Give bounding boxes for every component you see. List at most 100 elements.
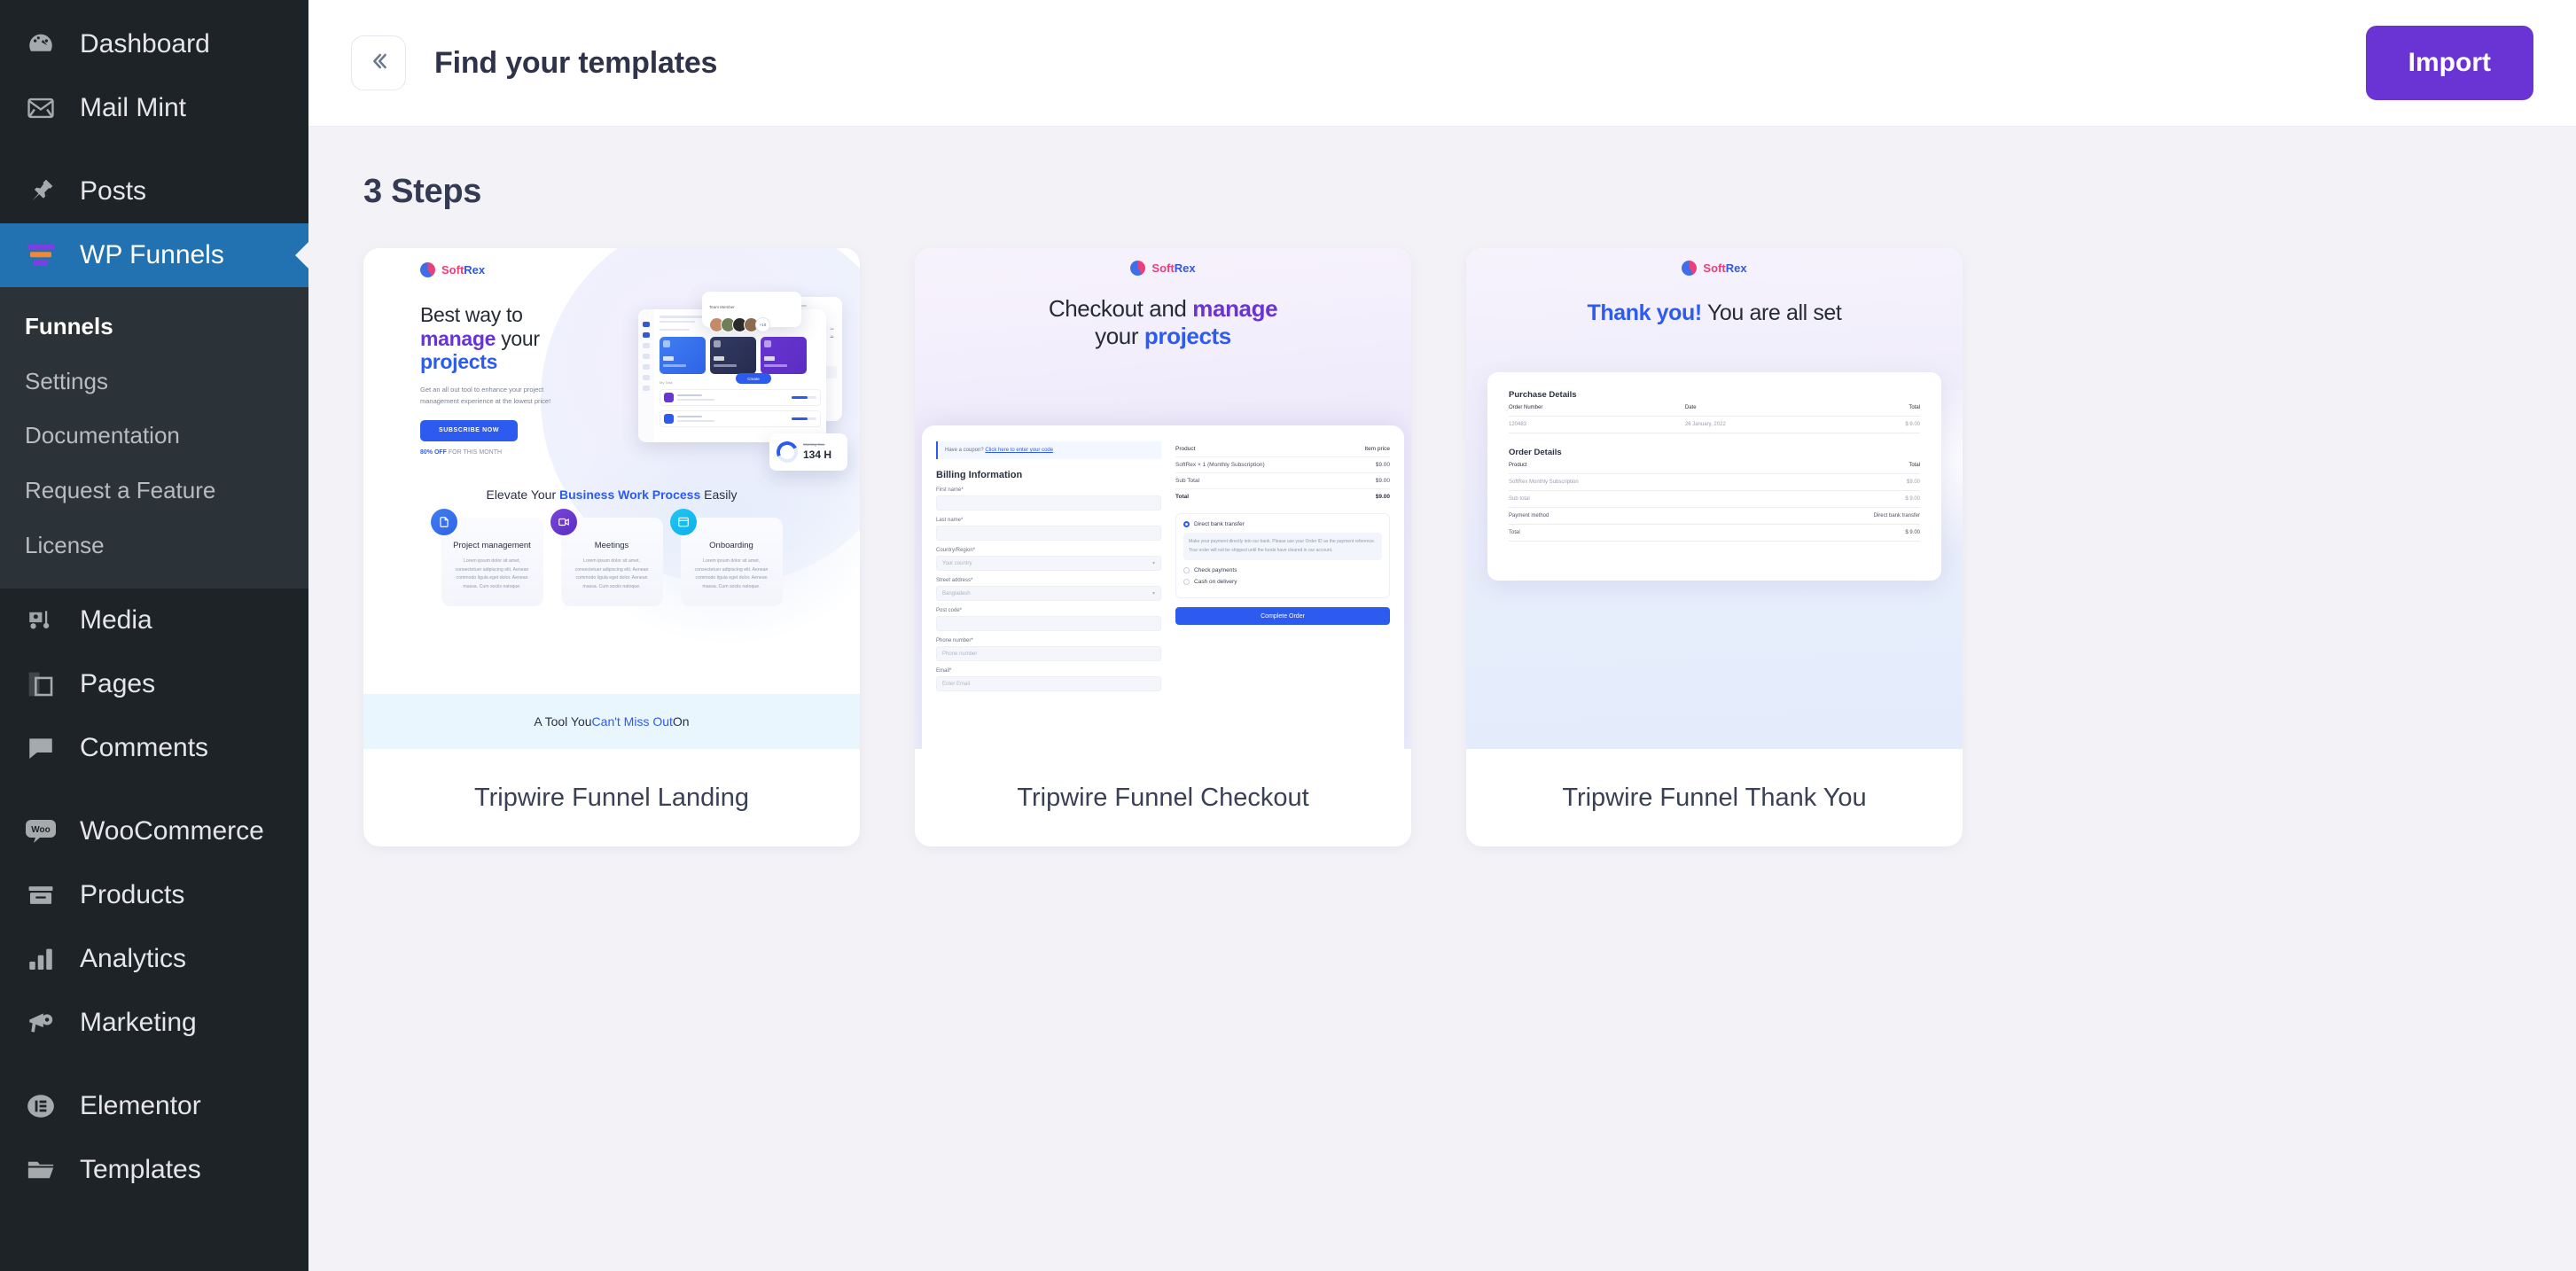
- brand-part2: Rex: [464, 263, 486, 277]
- template-card-label: Tripwire Funnel Checkout: [1017, 783, 1309, 812]
- mock-working-value: 134 H: [803, 448, 832, 461]
- dashboard-mockup: January 2024 SuMoTuWeThFrSa 242526272829…: [638, 292, 847, 471]
- back-button[interactable]: [351, 35, 406, 90]
- feature-box: Meetings Lorem ipsum dolor sit amet, con…: [550, 509, 663, 606]
- submenu-item-request-a-feature[interactable]: Request a Feature: [0, 464, 308, 519]
- mock-team-title: Team Member: [709, 305, 735, 309]
- sidebar-item-media[interactable]: Media: [0, 589, 308, 652]
- sidebar-item-wp-funnels[interactable]: WP Funnels: [0, 223, 308, 287]
- sidebar-item-label: WooCommerce: [80, 816, 264, 846]
- billing-column: Have a coupon? Click here to enter your …: [936, 441, 1162, 749]
- feature-desc: Lorem ipsum dolor sit amet, consectetuer…: [574, 558, 649, 589]
- document-icon: [430, 509, 457, 535]
- submenu-item-license[interactable]: License: [0, 519, 308, 573]
- field-last-name: Last name*: [936, 518, 1162, 541]
- import-button[interactable]: Import: [2365, 26, 2533, 100]
- feature-desc: Lorem ipsum dolor sit amet, consectetuer…: [455, 558, 529, 589]
- sidebar-item-posts[interactable]: Posts: [0, 160, 308, 223]
- hero-offer-bold: 80% OFF: [420, 448, 447, 456]
- order-table-row: SoftRex Monthly Subscription $9.00: [1509, 474, 1920, 491]
- feature-box: Onboarding Lorem ipsum dolor sit amet, c…: [669, 509, 783, 606]
- summary-row: Sub Total $9.00: [1175, 473, 1390, 489]
- template-card-label: Tripwire Funnel Landing: [473, 783, 750, 812]
- billing-title: Billing Information: [936, 470, 1023, 480]
- sidebar-item-label: Pages: [80, 669, 156, 699]
- sidebar-item-elementor[interactable]: Elementor: [0, 1074, 308, 1138]
- hero-line-2-accent: manage: [420, 326, 496, 350]
- order-table-row: Total $ 9.00: [1509, 525, 1920, 542]
- feature-title: Project management: [453, 541, 531, 550]
- country-select: Your country ▾: [936, 556, 1162, 571]
- summary-row: SoftRex × 1 (Monthly Subscription) $9.00: [1175, 457, 1390, 473]
- sidebar-item-dashboard[interactable]: Dashboard: [0, 12, 308, 76]
- landing-footer-banner: A Tool You Can't Miss Out On: [363, 694, 860, 749]
- radio-icon: [1183, 521, 1190, 527]
- sidebar-item-mail-mint[interactable]: Mail Mint: [0, 76, 308, 140]
- templates-content: 3 Steps SoftRex Best way to manage your …: [308, 127, 2576, 1271]
- feature-title: Onboarding: [709, 541, 753, 550]
- sidebar-item-products[interactable]: Products: [0, 863, 308, 927]
- products-icon: [21, 876, 60, 915]
- submenu-item-funnels[interactable]: Funnels: [0, 300, 308, 355]
- order-table-header: Product Total: [1509, 457, 1920, 474]
- order-details-title: Order Details: [1509, 448, 1562, 457]
- template-card-list: SoftRex Best way to manage your projects…: [363, 248, 2521, 846]
- payment-option-check: Check payments: [1183, 567, 1382, 573]
- payment-methods: Direct bank transfer Make your payment d…: [1175, 513, 1390, 598]
- phone-input: Phone number: [936, 646, 1162, 661]
- mock-sidebar-rail: [638, 309, 654, 442]
- feature-title: Meetings: [594, 541, 629, 550]
- template-preview-landing: SoftRex Best way to manage your projects…: [363, 248, 860, 749]
- main-area: Find your templates Import 3 Steps SoftR…: [308, 0, 2576, 1271]
- payment-option-bank: Direct bank transfer: [1183, 521, 1382, 527]
- hero-line-2-rest: your: [496, 326, 540, 350]
- sidebar-item-analytics[interactable]: Analytics: [0, 927, 308, 991]
- summary-header: Product Item price: [1175, 441, 1390, 457]
- sidebar-divider-3: [0, 1055, 308, 1074]
- pages-icon: [21, 665, 60, 704]
- radio-icon: [1183, 567, 1190, 573]
- sidebar-item-label: Dashboard: [80, 29, 210, 58]
- mock-working-time-card: Working time 134 H: [769, 433, 847, 471]
- sidebar-item-woocommerce[interactable]: Woo WooCommerce: [0, 799, 308, 863]
- field-email: Email* Enter Email: [936, 668, 1162, 691]
- field-country: Country/Region* Your country ▾: [936, 548, 1162, 571]
- sidebar-item-templates[interactable]: Templates: [0, 1138, 308, 1202]
- purchase-details-panel: Purchase Details Order Number Date Total 1…: [1487, 372, 1941, 581]
- radio-icon: [1183, 579, 1190, 585]
- brand-logo: SoftRex: [915, 248, 1411, 276]
- order-table-row: Sub total $ 9.00: [1509, 491, 1920, 508]
- submenu-item-documentation[interactable]: Documentation: [0, 409, 308, 464]
- page-title: Find your templates: [434, 45, 718, 80]
- field-street-address: Street address* Bangladesh ▾: [936, 578, 1162, 601]
- order-table-row: Payment method Direct bank transfer: [1509, 508, 1920, 525]
- sidebar-item-label: WP Funnels: [80, 240, 224, 269]
- mock-create-button: Create: [736, 373, 771, 384]
- purchase-table-row: 120483 26 January, 2022 $ 9.00: [1509, 417, 1920, 433]
- folder-icon: [21, 1150, 60, 1189]
- sidebar-item-pages[interactable]: Pages: [0, 652, 308, 716]
- brand-part1: Soft: [441, 263, 464, 277]
- checkout-panel: Have a coupon? Click here to enter your …: [922, 425, 1404, 749]
- mail-icon: [21, 89, 60, 128]
- sidebar-item-comments[interactable]: Comments: [0, 716, 308, 780]
- template-card[interactable]: SoftRex Checkout and manage your project…: [915, 248, 1411, 846]
- payment-note: Make your payment directly into our bank…: [1183, 533, 1382, 560]
- purchase-table-header: Order Number Date Total: [1509, 400, 1920, 417]
- template-card[interactable]: SoftRex Best way to manage your projects…: [363, 248, 860, 846]
- sidebar-item-label: Templates: [80, 1155, 201, 1185]
- feature-desc: Lorem ipsum dolor sit amet, consectetuer…: [694, 558, 769, 589]
- sidebar-item-label: Products: [80, 880, 185, 910]
- sidebar-divider-2: [0, 780, 308, 799]
- template-card[interactable]: SoftRex Thank you! You are all set Purch…: [1466, 248, 1963, 846]
- brand-mark-icon: [1682, 261, 1698, 276]
- submenu-item-settings[interactable]: Settings: [0, 355, 308, 409]
- woo-icon: Woo: [21, 812, 60, 851]
- analytics-icon: [21, 940, 60, 979]
- app-root: Dashboard Mail Mint Posts WP Funnels Fun…: [0, 0, 2576, 1271]
- mock-working-label: Working time: [803, 441, 825, 447]
- sidebar-item-marketing[interactable]: Marketing: [0, 991, 308, 1055]
- pin-icon: [21, 172, 60, 211]
- purchase-details-title: Purchase Details: [1509, 390, 1577, 400]
- hero-offer: 80% OFF FOR THIS MONTH: [420, 449, 597, 456]
